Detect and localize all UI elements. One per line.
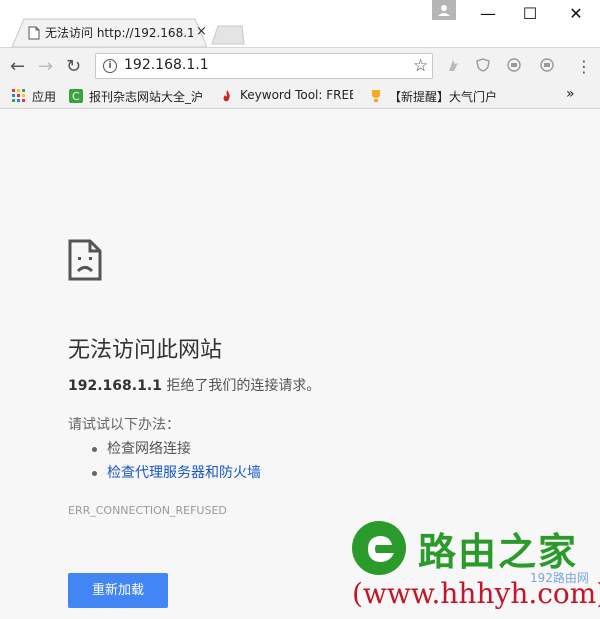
forward-icon[interactable]: → bbox=[38, 56, 53, 77]
extension-circle-icon[interactable] bbox=[507, 58, 521, 72]
bookmark-portal[interactable]: 【新提醒】大气门户 bbox=[389, 88, 501, 105]
page-icon bbox=[28, 26, 40, 40]
extension-circle-icon-2[interactable] bbox=[540, 58, 554, 72]
trophy-icon bbox=[372, 90, 380, 102]
bookmark-newspapers[interactable]: 报刊杂志网站大全_沪 bbox=[89, 88, 207, 105]
shield-icon[interactable] bbox=[476, 58, 490, 72]
error-page: 无法访问此网站 192.168.1.1 拒绝了我们的连接请求。 请试试以下办法：… bbox=[0, 109, 600, 619]
info-icon[interactable]: i bbox=[103, 59, 117, 73]
sad-page-icon bbox=[68, 239, 102, 281]
tab-close-icon[interactable]: × bbox=[196, 24, 207, 39]
error-host: 192.168.1.1 bbox=[68, 378, 162, 394]
bookmarks-bar: 应用 C 报刊杂志网站大全_沪 Keyword Tool: FREE 【新提醒】… bbox=[0, 84, 600, 109]
close-window-button[interactable]: ✕ bbox=[554, 4, 598, 26]
back-icon[interactable]: ← bbox=[10, 56, 25, 77]
suggestion-item: 检查代理服务器和防火墙 bbox=[92, 462, 261, 482]
error-message-text: 拒绝了我们的连接请求。 bbox=[161, 378, 321, 394]
flame-icon bbox=[223, 90, 230, 102]
watermark-brand: 路由之家 bbox=[418, 530, 579, 574]
watermark-url: (www.hhhyh.com) bbox=[352, 577, 600, 610]
svg-text:C: C bbox=[72, 90, 80, 103]
suggestion-check-network: 检查网络连接 bbox=[107, 441, 191, 457]
new-tab-button[interactable] bbox=[210, 25, 246, 45]
reload-icon[interactable]: ↻ bbox=[66, 56, 81, 77]
tab-title: 无法访问 http://192.168.1.1/ bbox=[45, 26, 193, 40]
title-bar: 无法访问 http://192.168.1.1/ × — ☐ ✕ bbox=[0, 0, 600, 47]
bullet bbox=[92, 446, 97, 452]
active-tab[interactable]: 无法访问 http://192.168.1.1/ × bbox=[12, 18, 207, 47]
menu-dots-icon[interactable]: ⋮ bbox=[576, 57, 592, 76]
suggestion-item: 检查网络连接 bbox=[92, 438, 191, 458]
try-label: 请试试以下办法： bbox=[68, 417, 180, 433]
profile-avatar[interactable] bbox=[432, 0, 456, 20]
bookmarks-overflow-icon[interactable]: » bbox=[566, 86, 575, 102]
reload-button[interactable]: 重新加载 bbox=[68, 573, 168, 608]
bookmark-star-icon[interactable]: ☆ bbox=[413, 56, 428, 76]
error-code: ERR_CONNECTION_REFUSED bbox=[68, 504, 227, 517]
user-icon bbox=[438, 5, 450, 16]
watermark-logo-icon bbox=[352, 521, 406, 575]
toolbar: ← → ↻ i 192.168.1.1 ☆ ⋮ bbox=[0, 47, 600, 84]
green-c-icon: C bbox=[69, 89, 83, 103]
extension-icon[interactable] bbox=[446, 58, 460, 72]
error-message: 192.168.1.1 拒绝了我们的连接请求。 bbox=[68, 375, 320, 395]
bookmark-apps[interactable]: 应用 bbox=[32, 88, 56, 105]
suggestion-check-proxy-link[interactable]: 检查代理服务器和防火墙 bbox=[107, 465, 261, 481]
apps-grid-icon bbox=[12, 89, 25, 102]
url-text[interactable]: 192.168.1.1 bbox=[124, 57, 209, 73]
minimize-button[interactable]: — bbox=[466, 4, 510, 26]
bullet bbox=[92, 470, 97, 476]
maximize-button[interactable]: ☐ bbox=[508, 4, 552, 26]
bookmark-keyword-tool[interactable]: Keyword Tool: FREE bbox=[240, 88, 353, 102]
error-heading: 无法访问此网站 bbox=[68, 338, 223, 363]
address-bar[interactable]: i 192.168.1.1 ☆ bbox=[95, 53, 433, 79]
